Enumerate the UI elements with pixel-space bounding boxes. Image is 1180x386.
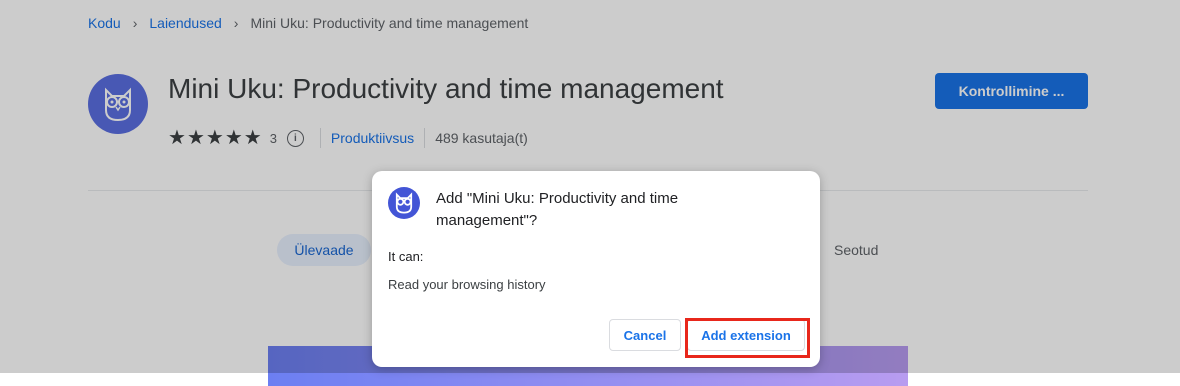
owl-icon [388, 187, 420, 219]
permission-item: Read your browsing history [388, 277, 546, 292]
highlight-box [685, 318, 810, 358]
dialog-title: Add "Mini Uku: Productivity and time man… [436, 190, 679, 229]
permissions-heading: It can: [388, 249, 424, 264]
cancel-button[interactable]: Cancel [609, 319, 681, 351]
